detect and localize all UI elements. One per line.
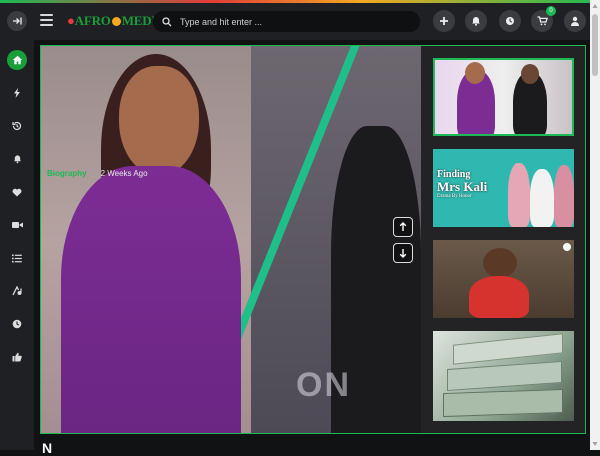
history-button[interactable] xyxy=(499,10,521,32)
hero-featured-image[interactable]: ON xyxy=(41,46,421,433)
collapse-icon xyxy=(13,17,22,25)
slider-thumbnail[interactable] xyxy=(433,240,574,318)
thumbs-up-icon xyxy=(12,352,22,362)
poster-text: ON xyxy=(296,366,351,404)
scrollbar-thumb[interactable] xyxy=(592,14,598,76)
sidebar-item-videos[interactable] xyxy=(7,215,27,235)
clock-icon xyxy=(12,319,22,329)
sidebar-item-watch-later[interactable] xyxy=(7,314,27,334)
left-sidebar xyxy=(0,3,34,450)
add-button[interactable] xyxy=(433,10,455,32)
notification-icon xyxy=(472,17,480,26)
clock-icon xyxy=(506,17,514,25)
sidebar-item-categories[interactable] xyxy=(7,248,27,268)
cart-count-badge: 0 xyxy=(546,6,556,16)
slider-prev-button[interactable] xyxy=(393,217,413,237)
sidebar-item-trending[interactable] xyxy=(7,83,27,103)
hero-meta: Biography 2 Weeks Ago xyxy=(47,169,148,178)
site-logo[interactable]: ●AFRO MEDY xyxy=(67,13,161,29)
history-icon xyxy=(12,121,22,131)
notifications-button[interactable] xyxy=(465,10,487,32)
user-account-button[interactable] xyxy=(564,10,586,32)
slider-thumbnail[interactable]: Finding Mrs Kali Drama By Honor xyxy=(433,149,574,227)
list-icon xyxy=(12,254,22,262)
search-input[interactable] xyxy=(180,16,400,27)
sidebar-item-home[interactable] xyxy=(7,50,27,70)
home-icon xyxy=(12,55,22,65)
video-icon xyxy=(11,222,23,228)
flash-icon xyxy=(14,88,20,98)
heart-icon xyxy=(12,188,22,196)
top-header: ●AFROMEDY 0 xyxy=(0,3,590,40)
thumbnail-title: Finding Mrs Kali Drama By Honor xyxy=(437,169,488,200)
section-heading-partial: N xyxy=(42,440,53,456)
slider-thumbnail-list: Finding Mrs Kali Drama By Honor xyxy=(421,46,585,433)
cart-icon xyxy=(537,16,548,26)
content-below-hero xyxy=(34,438,590,450)
hero-post-time: 2 Weeks Ago xyxy=(100,169,148,178)
bell-icon xyxy=(13,155,21,164)
sidebar-item-notifications[interactable] xyxy=(7,149,27,169)
arrow-down-icon xyxy=(399,249,407,258)
sidebar-item-history[interactable] xyxy=(7,116,27,136)
search-bar[interactable] xyxy=(153,11,420,32)
playlist-icon xyxy=(11,286,22,296)
search-icon xyxy=(162,16,172,26)
sidebar-item-playlists[interactable] xyxy=(7,281,27,301)
slider-thumbnail[interactable] xyxy=(433,58,574,136)
hero-category-link[interactable]: Biography xyxy=(47,169,87,178)
slider-next-button[interactable] xyxy=(393,243,413,263)
scroll-down-arrow-icon[interactable] xyxy=(592,441,598,447)
scroll-up-arrow-icon[interactable] xyxy=(592,3,598,9)
hero-slider[interactable]: ON Biography 2 Weeks Ago Finding Mrs Kal… xyxy=(40,45,586,434)
sidebar-item-liked-videos[interactable] xyxy=(7,347,27,367)
sidebar-toggle-button[interactable] xyxy=(7,11,27,31)
hamburger-menu-icon[interactable] xyxy=(40,14,53,26)
slider-thumbnail[interactable] xyxy=(433,331,574,421)
user-icon xyxy=(571,16,579,26)
cart-button[interactable]: 0 xyxy=(531,6,556,32)
sidebar-item-liked[interactable] xyxy=(7,182,27,202)
add-icon xyxy=(440,17,448,25)
page-scrollbar[interactable] xyxy=(590,0,600,450)
arrow-up-icon xyxy=(399,222,407,231)
